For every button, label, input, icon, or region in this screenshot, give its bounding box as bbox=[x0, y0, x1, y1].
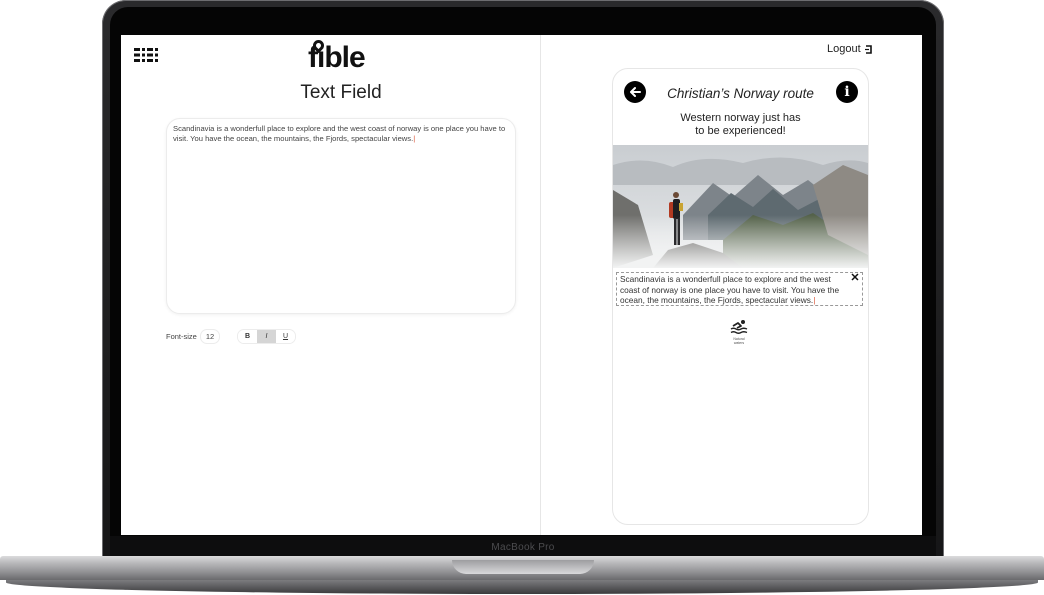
italic-button[interactable]: I bbox=[257, 330, 276, 343]
logout-label: Logout bbox=[827, 43, 861, 55]
activity-label: Natural waters bbox=[720, 337, 758, 345]
arrow-left-icon bbox=[630, 87, 641, 97]
description-text: Scandinavia is a wonderfull place to exp… bbox=[620, 274, 840, 305]
fible-logo: fible bbox=[306, 37, 376, 77]
description-textbox[interactable]: Scandinavia is a wonderfull place to exp… bbox=[616, 272, 863, 306]
underline-button[interactable]: U bbox=[276, 330, 295, 343]
subtitle-line-1: Western norway just has bbox=[680, 112, 801, 124]
editor-content[interactable]: Scandinavia is a wonderfull place to exp… bbox=[173, 124, 509, 143]
bezel-chin: MacBook Pro bbox=[110, 536, 936, 556]
menu-grid-icon[interactable] bbox=[134, 47, 164, 63]
editor-text-value: Scandinavia is a wonderfull place to exp… bbox=[173, 124, 506, 143]
phone-preview: Christian’s Norway route i Western norwa… bbox=[612, 68, 869, 525]
subtitle-line-2: to be experienced! bbox=[695, 125, 786, 137]
logout-icon bbox=[864, 44, 872, 54]
font-size-input[interactable]: 12 bbox=[200, 329, 220, 344]
route-title: Christian’s Norway route bbox=[667, 86, 814, 101]
hero-image bbox=[613, 145, 868, 268]
format-toolbar: B I U bbox=[237, 329, 296, 344]
route-subtitle: Western norway just has to be experience… bbox=[653, 112, 828, 138]
laptop-base bbox=[0, 556, 1044, 595]
logout-button[interactable]: Logout bbox=[827, 43, 873, 55]
device-label: MacBook Pro bbox=[491, 542, 555, 553]
text-caret: | bbox=[413, 133, 416, 143]
info-button[interactable]: i bbox=[836, 81, 858, 103]
description-caret: | bbox=[813, 295, 816, 305]
activity-label-line-2: waters bbox=[733, 341, 745, 345]
app-screen: fible Text Field Scandinavia is a wonder… bbox=[121, 35, 922, 535]
page-title: Text Field bbox=[300, 82, 382, 103]
info-icon: i bbox=[844, 84, 850, 100]
panel-divider bbox=[540, 35, 541, 535]
base-notch bbox=[452, 560, 594, 574]
close-icon[interactable]: ✕ bbox=[850, 273, 860, 284]
base-foot bbox=[6, 580, 1038, 594]
swimming-icon[interactable] bbox=[730, 319, 748, 335]
back-button[interactable] bbox=[624, 81, 646, 103]
bold-button[interactable]: B bbox=[238, 330, 257, 343]
text-editor[interactable]: Scandinavia is a wonderfull place to exp… bbox=[166, 118, 516, 314]
font-size-label: Font-size bbox=[166, 332, 197, 341]
